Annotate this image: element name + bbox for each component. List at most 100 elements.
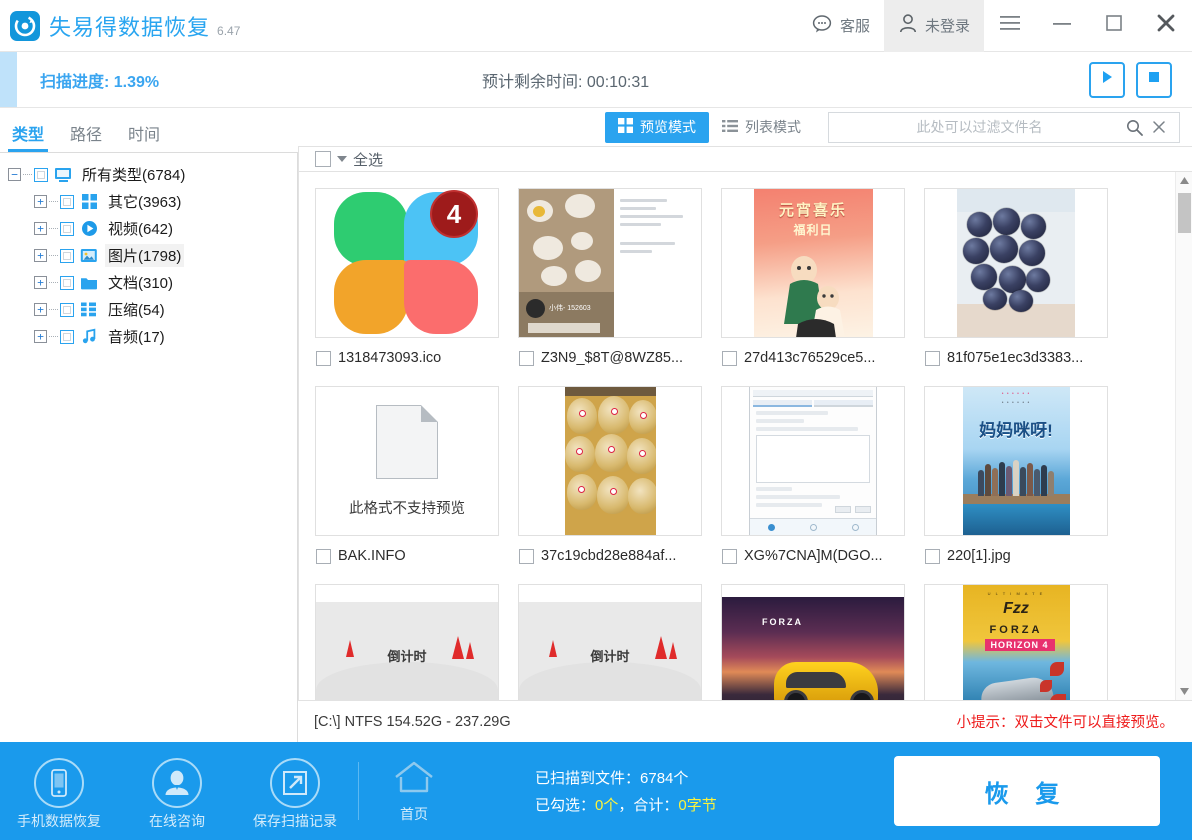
view-toolbar: 预览模式 列表模式: [298, 108, 1192, 146]
tree-node-archive[interactable]: + 压缩(54): [8, 296, 297, 323]
menu-button[interactable]: [984, 0, 1036, 52]
dialog-footer: [750, 518, 876, 535]
search-input[interactable]: [837, 119, 1122, 135]
select-all-checkbox[interactable]: [315, 151, 331, 167]
file-name: 37c19cbd28e884af...: [541, 548, 676, 564]
tree-node-audio[interactable]: + 音频(17): [8, 323, 297, 350]
file-thumbnail[interactable]: [721, 386, 905, 536]
tree-checkbox[interactable]: [60, 222, 74, 236]
file-thumbnail[interactable]: 倒计时: [518, 584, 702, 700]
preview-mode-button[interactable]: 预览模式: [605, 112, 709, 143]
file-name: 220[1].jpg: [947, 548, 1011, 564]
archive-icon: [79, 301, 99, 319]
phone-data-recovery-button[interactable]: 手机数据恢复: [0, 752, 118, 831]
close-button[interactable]: [1140, 0, 1192, 52]
file-checkbox[interactable]: [316, 351, 331, 366]
file-thumbnail[interactable]: FORZA: [721, 584, 905, 700]
tree-node-image[interactable]: + 图片(1798): [8, 242, 297, 269]
lantern-festival-poster: 元宵喜乐 福利日: [754, 188, 873, 338]
resume-scan-button[interactable]: [1089, 62, 1125, 98]
tree-checkbox[interactable]: [60, 276, 74, 290]
tab-path[interactable]: 路径: [70, 121, 102, 152]
clear-icon[interactable]: [1147, 119, 1171, 135]
monitor-icon: [53, 166, 73, 184]
minimize-button[interactable]: [1036, 0, 1088, 52]
file-cell[interactable]: 37c19cbd28e884af...: [518, 386, 721, 584]
file-cell[interactable]: • • • • • • • • • • • • 妈妈咪呀!: [924, 386, 1127, 584]
file-checkbox[interactable]: [925, 351, 940, 366]
tab-type[interactable]: 类型: [12, 121, 44, 152]
tree-checkbox[interactable]: [60, 330, 74, 344]
recover-button[interactable]: 恢 复: [894, 756, 1160, 826]
file-thumbnail[interactable]: [924, 188, 1108, 338]
account-button[interactable]: 未登录: [884, 0, 984, 52]
home-button[interactable]: 首页: [371, 759, 457, 824]
grid-view-icon: [618, 118, 633, 136]
tree-node-others[interactable]: + 其它(3963): [8, 188, 297, 215]
online-consult-button[interactable]: 在线咨询: [118, 752, 236, 831]
scrollbar-thumb[interactable]: [1178, 193, 1191, 233]
file-thumbnail[interactable]: 倒计时: [315, 584, 499, 700]
scan-stats: 已扫描到文件：6784个 已勾选：0个，合计：0字节: [535, 767, 717, 815]
chevron-down-icon[interactable]: [337, 156, 347, 162]
search-icon[interactable]: [1122, 119, 1147, 136]
file-thumbnail[interactable]: 4: [315, 188, 499, 338]
tree-checkbox[interactable]: [34, 168, 48, 182]
file-cell[interactable]: 小伟- 152603: [518, 188, 721, 386]
file-cell[interactable]: 此格式不支持预览 BAK.INFO: [315, 386, 518, 584]
file-thumbnail[interactable]: [518, 386, 702, 536]
file-cell[interactable]: 81f075e1ec3d3383...: [924, 188, 1127, 386]
expand-toggle-icon[interactable]: +: [34, 303, 47, 316]
expand-toggle-icon[interactable]: +: [34, 276, 47, 289]
tree-node-all-types[interactable]: − 所有类型(6784): [8, 161, 297, 188]
file-cell[interactable]: 元宵喜乐 福利日: [721, 188, 924, 386]
collapse-toggle-icon[interactable]: −: [8, 168, 21, 181]
app-logo: 失易得数据恢复 6.47: [0, 10, 240, 42]
file-thumbnail[interactable]: • • • • • • • • • • • • 妈妈咪呀!: [924, 386, 1108, 536]
tree-checkbox[interactable]: [60, 249, 74, 263]
tree-checkbox[interactable]: [60, 303, 74, 317]
poster-credits-sub: • • • • • •: [963, 400, 1070, 406]
expand-toggle-icon[interactable]: +: [34, 249, 47, 262]
file-checkbox[interactable]: [722, 351, 737, 366]
file-cell[interactable]: FORZA: [721, 584, 924, 700]
file-checkbox[interactable]: [519, 549, 534, 564]
scroll-up-button[interactable]: [1176, 172, 1192, 189]
tree-node-document[interactable]: + 文档(310): [8, 269, 297, 296]
tree-checkbox[interactable]: [60, 195, 74, 209]
file-thumbnail[interactable]: U L T I M A T E Fzz FORZA HORIZON 4: [924, 584, 1108, 700]
tree-node-label: 图片(1798): [105, 244, 184, 267]
file-name-row: 220[1].jpg: [924, 548, 1011, 564]
file-checkbox[interactable]: [925, 549, 940, 564]
file-cell[interactable]: 倒计时: [518, 584, 721, 700]
file-checkbox[interactable]: [519, 351, 534, 366]
tab-time[interactable]: 时间: [128, 121, 160, 152]
person-icon: [152, 758, 202, 808]
tree-connector: [49, 309, 58, 310]
file-cell[interactable]: XG%7CNA]M(DGO...: [721, 386, 924, 584]
file-cell[interactable]: 倒计时: [315, 584, 518, 700]
file-checkbox[interactable]: [316, 549, 331, 564]
select-all-label[interactable]: 全选: [353, 149, 383, 170]
maximize-button[interactable]: [1088, 0, 1140, 52]
file-cell[interactable]: 4 1318473093.ico: [315, 188, 518, 386]
file-thumbnail[interactable]: 小伟- 152603: [518, 188, 702, 338]
file-thumbnail[interactable]: 此格式不支持预览: [315, 386, 499, 536]
list-mode-button[interactable]: 列表模式: [709, 112, 814, 143]
tree-node-video[interactable]: + 视频(642): [8, 215, 297, 242]
forza-horizon-cover: U L T I M A T E Fzz FORZA HORIZON 4: [963, 584, 1070, 700]
file-grid-scrollbar[interactable]: [1175, 172, 1192, 700]
expand-toggle-icon[interactable]: +: [34, 330, 47, 343]
filter-search-box[interactable]: [828, 112, 1180, 143]
stop-scan-button[interactable]: [1136, 62, 1172, 98]
file-thumbnail[interactable]: 元宵喜乐 福利日: [721, 188, 905, 338]
scroll-down-button[interactable]: [1176, 683, 1192, 700]
expand-toggle-icon[interactable]: +: [34, 222, 47, 235]
tree-connector: [49, 282, 58, 283]
customer-service-button[interactable]: 客服: [797, 0, 884, 52]
file-checkbox[interactable]: [722, 549, 737, 564]
save-scan-record-button[interactable]: 保存扫描记录: [236, 752, 354, 831]
file-cell[interactable]: U L T I M A T E Fzz FORZA HORIZON 4: [924, 584, 1127, 700]
expand-toggle-icon[interactable]: +: [34, 195, 47, 208]
file-name-row: XG%7CNA]M(DGO...: [721, 548, 883, 564]
